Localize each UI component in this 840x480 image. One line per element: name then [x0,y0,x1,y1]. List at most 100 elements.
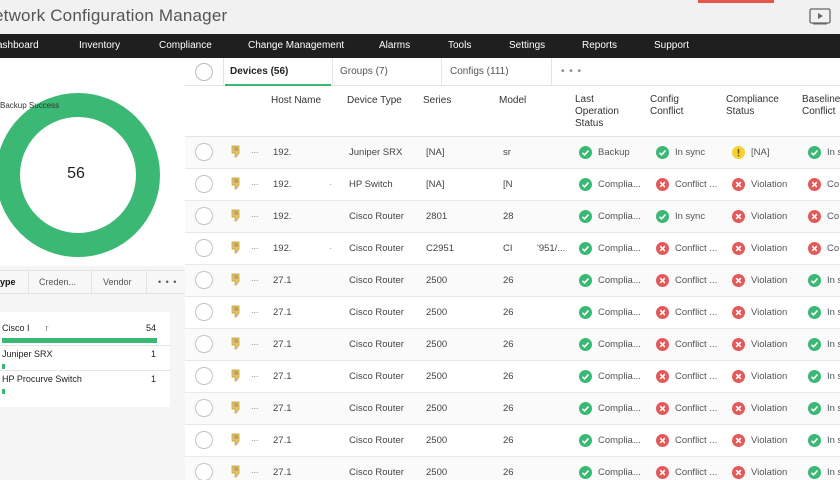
device-tag-icon[interactable] [230,177,242,191]
status-cell-conf[interactable]: Conflict ... [656,466,726,480]
status-cell-conf[interactable]: Conflict ... [656,306,726,320]
nav-inventory[interactable]: Inventory [79,40,120,51]
status-cell-base[interactable]: In s [808,402,840,416]
nav-tools[interactable]: Tools [448,40,471,51]
row-checkbox[interactable] [195,207,213,225]
status-cell-base[interactable]: In s [808,306,840,320]
host-name[interactable]: 192. [273,211,323,222]
row-checkbox[interactable] [195,239,213,257]
status-cell-base[interactable]: In s [808,338,840,352]
status-cell-comp[interactable]: Violation [732,466,802,480]
status-cell-op[interactable]: Complia... [579,338,649,352]
device-tag-icon[interactable] [230,433,242,447]
host-name[interactable]: 27.1 [273,275,323,286]
status-cell-op[interactable]: Complia... [579,466,649,480]
status-cell-conf[interactable]: In sync [656,146,726,160]
col-series[interactable]: Series [423,95,451,107]
row-checkbox[interactable] [195,175,213,193]
status-cell-conf[interactable]: Conflict ... [656,370,726,384]
tab-groups[interactable]: Groups (7) [340,66,388,77]
row-checkbox[interactable] [195,143,213,161]
status-cell-op[interactable]: Complia... [579,274,649,288]
table-row[interactable]: ... 27.1 Cisco Router 2500 26 Complia...… [185,265,840,297]
table-row[interactable]: ... 27.1 Cisco Router 2500 26 Complia...… [185,425,840,457]
row-menu-dots[interactable]: ... [251,465,259,475]
host-name[interactable]: 192. [273,243,323,254]
select-all-checkbox[interactable] [195,63,213,81]
status-cell-conf[interactable]: In sync [656,210,726,224]
status-cell-conf[interactable]: Conflict ... [656,434,726,448]
tab-more[interactable]: • • • [561,66,582,77]
status-cell-comp[interactable]: Violation [732,338,802,352]
host-name[interactable]: 27.1 [273,371,323,382]
status-cell-op[interactable]: Complia... [579,242,649,256]
nav-reports[interactable]: Reports [582,40,617,51]
backup-donut-chart[interactable] [0,58,185,266]
device-tag-icon[interactable] [230,145,242,159]
nav-change-management[interactable]: Change Management [248,40,344,51]
col-compliance-status[interactable]: Compliance Status [726,94,779,118]
row-menu-dots[interactable]: ... [251,273,259,283]
status-cell-comp[interactable]: Violation [732,210,802,224]
summary-tab-more[interactable]: • • • [158,277,177,287]
status-cell-base[interactable]: In s [808,466,840,480]
status-cell-conf[interactable]: Conflict ... [656,178,726,192]
device-tag-icon[interactable] [230,465,242,479]
host-name[interactable]: 27.1 [273,339,323,350]
status-cell-op[interactable]: Complia... [579,210,649,224]
status-cell-op[interactable]: Complia... [579,402,649,416]
nav-dashboard[interactable]: ashboard [0,40,39,51]
status-cell-base[interactable]: In s [808,274,840,288]
summary-tab-credentials[interactable]: Creden... [39,277,76,287]
status-cell-comp[interactable]: [NA] [732,146,802,160]
status-cell-comp[interactable]: Violation [732,402,802,416]
nav-settings[interactable]: Settings [509,40,545,51]
row-menu-dots[interactable]: ... [251,401,259,411]
status-cell-op[interactable]: Complia... [579,434,649,448]
col-host-name[interactable]: Host Name [271,95,321,107]
row-menu-dots[interactable]: ... [251,337,259,347]
device-tag-icon[interactable] [230,209,242,223]
row-checkbox[interactable] [195,335,213,353]
status-cell-conf[interactable]: Conflict ... [656,242,726,256]
col-last-operation-status[interactable]: Last Operation Status [575,94,619,130]
device-tag-icon[interactable] [230,369,242,383]
status-cell-op[interactable]: Backup [579,146,649,160]
row-checkbox[interactable] [195,271,213,289]
nav-support[interactable]: Support [654,40,689,51]
status-cell-comp[interactable]: Violation [732,370,802,384]
row-menu-dots[interactable]: ... [251,241,259,251]
status-cell-comp[interactable]: Violation [732,306,802,320]
row-menu-dots[interactable]: ... [251,305,259,315]
status-cell-base[interactable]: In s [808,146,840,160]
summary-tab-type[interactable]: ype [0,277,16,287]
table-row[interactable]: ... 192. · HP Switch [NA] [N Complia... … [185,169,840,201]
status-cell-base[interactable]: Co [808,178,840,192]
row-menu-dots[interactable]: ... [251,145,259,155]
host-name[interactable]: 27.1 [273,403,323,414]
status-cell-op[interactable]: Complia... [579,306,649,320]
video-play-icon[interactable] [809,7,831,25]
table-row[interactable]: ... 27.1 Cisco Router 2500 26 Complia...… [185,361,840,393]
table-row[interactable]: ... 27.1 Cisco Router 2500 26 Complia...… [185,329,840,361]
col-config-conflict[interactable]: Config Conflict [650,94,683,118]
device-tag-icon[interactable] [230,305,242,319]
table-row[interactable]: ... 192. · Cisco Router C2951 CI '951/..… [185,233,840,265]
col-baseline-conflict[interactable]: Baseline Conflict [802,94,840,118]
status-cell-conf[interactable]: Conflict ... [656,402,726,416]
row-menu-dots[interactable]: ... [251,209,259,219]
host-name[interactable]: 27.1 [273,435,323,446]
nav-alarms[interactable]: Alarms [379,40,410,51]
device-tag-icon[interactable] [230,337,242,351]
col-model[interactable]: Model [499,95,526,107]
table-row[interactable]: ... 27.1 Cisco Router 2500 26 Complia...… [185,297,840,329]
tab-configs[interactable]: Configs (111) [450,66,509,77]
host-name[interactable]: 192. [273,147,323,158]
table-row[interactable]: ... 27.1 Cisco Router 2500 26 Complia...… [185,393,840,425]
status-cell-base[interactable]: In s [808,370,840,384]
table-row[interactable]: ... 27.1 Cisco Router 2500 26 Complia...… [185,457,840,480]
status-cell-op[interactable]: Complia... [579,370,649,384]
summary-tab-vendor[interactable]: Vendor [103,277,132,287]
status-cell-conf[interactable]: Conflict ... [656,338,726,352]
vendor-row[interactable]: Juniper SRX 1 [0,348,170,372]
